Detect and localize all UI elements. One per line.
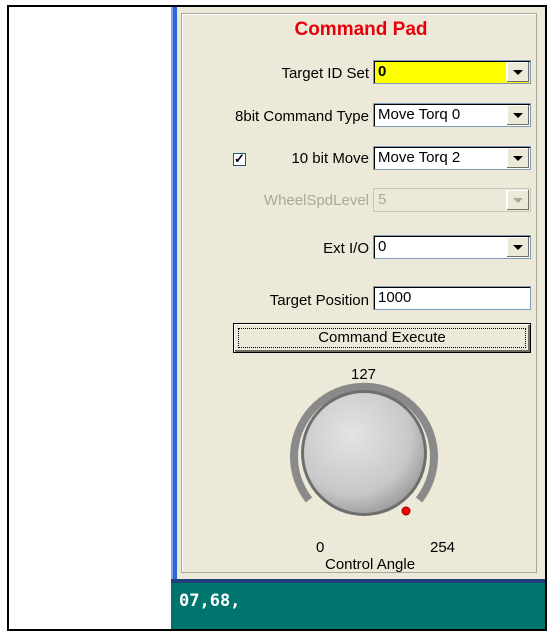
chevron-down-icon[interactable] [506,148,529,168]
target-id-value: 0 [378,63,387,80]
move-10bit-checkbox[interactable]: ✓ [233,151,246,166]
cmd-type-select[interactable]: Move Torq 0 [373,103,531,127]
move-10bit-select[interactable]: Move Torq 2 [373,146,531,170]
chevron-down-icon[interactable] [506,105,529,125]
cmd-type-label: 8bit Command Type [235,108,369,125]
target-position-value: 1000 [378,289,412,306]
wheel-spd-select: 5 [373,188,531,212]
wheel-spd-label: WheelSpdLevel [263,192,369,209]
console-output[interactable]: 07,68, [171,579,545,629]
command-execute-button[interactable]: Command Execute [233,323,531,353]
ext-io-value: 0 [378,238,387,255]
target-position-input[interactable]: 1000 [373,286,531,310]
panel-title: Command Pad [294,19,428,40]
ext-io-select[interactable]: 0 [373,235,531,259]
target-position-label: Target Position [269,292,369,309]
check-icon: ✓ [234,151,245,166]
target-id-select[interactable]: 0 [373,60,531,84]
knob-face[interactable] [304,393,424,513]
knob-end-label: 254 [430,539,456,556]
chevron-down-icon[interactable] [506,62,529,82]
move-10bit-label: 10 bit Move [291,150,369,167]
knob-min-label: 0 [316,539,325,556]
knob-indicator [401,506,411,516]
chevron-down-icon [506,190,529,210]
control-angle-knob[interactable] [284,358,444,528]
wheel-spd-value: 5 [378,191,387,208]
move-10bit-value: Move Torq 2 [378,149,461,166]
ext-io-label: Ext I/O [323,240,369,257]
left-pane [9,7,171,629]
app-window: Command Pad Target ID Set 0 8bit Command… [7,5,547,631]
console-text: 07,68, [179,591,241,611]
chevron-down-icon[interactable] [506,237,529,257]
command-execute-label: Command Execute [318,329,446,346]
cmd-type-value: Move Torq 0 [378,106,461,123]
target-id-label: Target ID Set [281,65,369,82]
knob-caption: Control Angle [325,556,416,573]
